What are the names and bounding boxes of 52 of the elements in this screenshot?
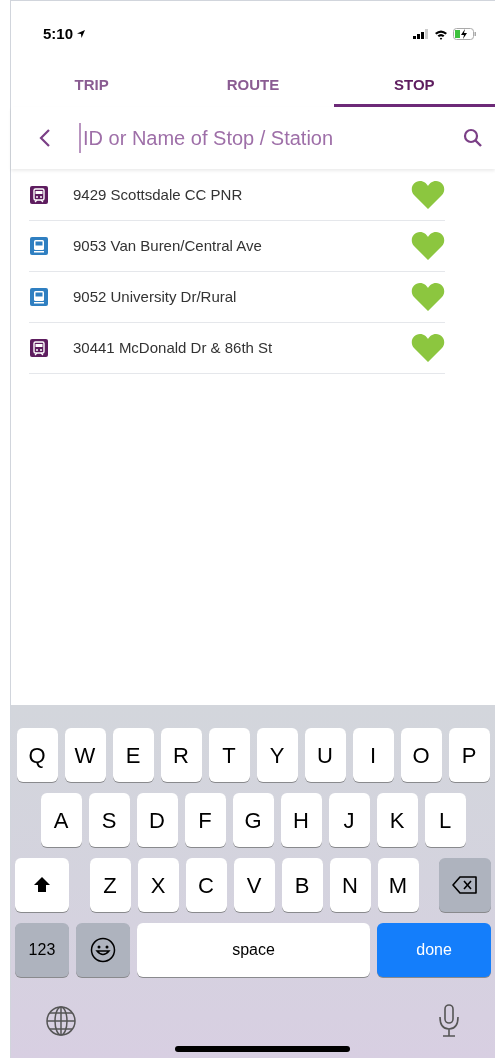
letter-key[interactable]: S — [88, 793, 130, 847]
status-time: 5:10 — [43, 23, 74, 44]
letter-key[interactable]: T — [208, 728, 250, 782]
letter-key[interactable]: G — [232, 793, 274, 847]
letter-key[interactable]: Q — [16, 728, 58, 782]
tab[interactable]: ROUTE — [172, 65, 334, 107]
stop-name[interactable]: 9052 University Dr/Rural — [73, 285, 411, 309]
letter-key[interactable]: F — [184, 793, 226, 847]
tab[interactable]: TRIP — [11, 65, 173, 107]
back-chevron-icon[interactable] — [39, 128, 51, 148]
letter-key[interactable]: K — [376, 793, 418, 847]
shift-key[interactable] — [15, 858, 69, 912]
letter-key[interactable]: R — [160, 728, 202, 782]
globe-icon[interactable] — [45, 1005, 77, 1037]
letter-key[interactable]: E — [112, 728, 154, 782]
signal-icon — [413, 29, 429, 39]
stop-name[interactable]: 30441 McDonald Dr & 86th St — [73, 336, 411, 360]
smiley-icon — [89, 937, 116, 963]
emoji-key[interactable] — [75, 923, 130, 977]
location-arrow-icon — [76, 29, 87, 39]
backspace-icon — [452, 876, 478, 894]
letter-key[interactable]: H — [280, 793, 322, 847]
letter-key[interactable]: O — [400, 728, 442, 782]
letter-key[interactable]: Y — [256, 728, 298, 782]
letter-key[interactable]: L — [424, 793, 466, 847]
tab[interactable]: STOP — [333, 65, 495, 107]
letter-key[interactable]: N — [329, 858, 371, 912]
shift-arrow-icon — [33, 876, 51, 894]
stop-name[interactable]: 9053 Van Buren/Central Ave — [73, 234, 411, 258]
letter-key[interactable]: C — [185, 858, 227, 912]
search-icon[interactable] — [463, 128, 483, 148]
microphone-icon[interactable] — [437, 1003, 461, 1039]
letter-key[interactable]: V — [233, 858, 275, 912]
letter-key[interactable]: P — [448, 728, 490, 782]
letter-key[interactable]: J — [328, 793, 370, 847]
search-field[interactable]: ID or Name of Stop / Station — [79, 123, 455, 153]
letter-key[interactable]: U — [304, 728, 346, 782]
battery-charging-icon — [453, 28, 477, 40]
backspace-key[interactable] — [439, 858, 491, 912]
letter-key[interactable]: I — [352, 728, 394, 782]
letter-key[interactable]: B — [281, 858, 323, 912]
numbers-key[interactable]: 123 — [15, 923, 69, 977]
wifi-icon — [434, 28, 448, 40]
space-key[interactable]: space — [136, 923, 371, 977]
done-key[interactable]: done — [377, 923, 491, 977]
stop-name[interactable]: 9429 Scottsdale CC PNR — [73, 183, 411, 207]
letter-key[interactable]: D — [136, 793, 178, 847]
letter-key[interactable]: W — [64, 728, 106, 782]
letter-key[interactable]: M — [377, 858, 419, 912]
letter-key[interactable]: A — [40, 793, 82, 847]
letter-key[interactable]: X — [137, 858, 179, 912]
letter-key[interactable]: Z — [89, 858, 131, 912]
